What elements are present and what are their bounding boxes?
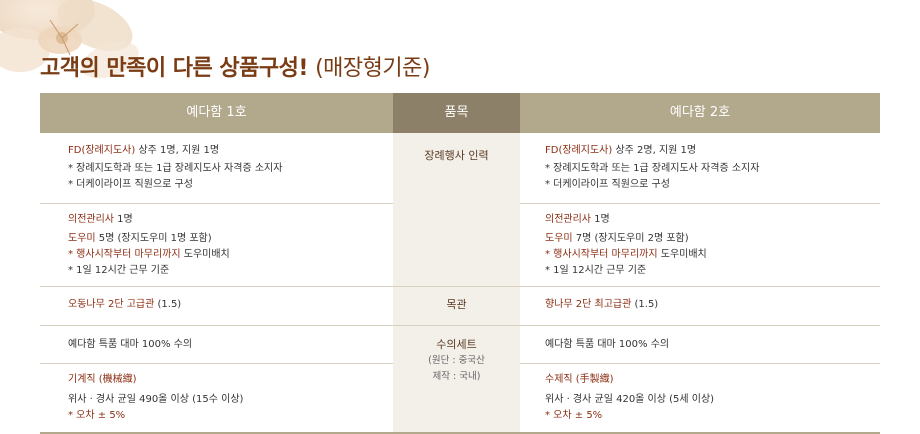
plan2-helpers-line2: 도우미 7명 (장지도우미 2명 포함) [545, 233, 689, 244]
plan1-staff: FD(장례지도사) 상주 1명, 지원 1명 * 장례지도학과 또는 1급 장례… [68, 143, 282, 193]
plan2-staff-line1: FD(장례지도사) 상주 2명, 지원 1명 [545, 145, 697, 156]
plan1-helpers: 의전관리사 1명 도우미 5명 (장지도우미 1명 포함) * 행사시작부터 마… [68, 212, 230, 279]
plan1-shroud: 예다함 특품 대마 100% 수의 [68, 339, 193, 350]
item-shroud-sub1: (원단 : 중국산 [428, 355, 485, 366]
plan2-weave-spec: 위사 · 경사 균일 420올 이상 (5세 이상) [545, 394, 715, 405]
plan2-staff-line2: * 장례지도학과 또는 1급 장례지도사 자격증 소지자 [545, 163, 760, 174]
plan1-weave-spec: 위사 · 경사 균일 490올 이상 (15수 이상) [68, 394, 244, 405]
item-shroud: 수의세트 (원단 : 중국산 제작 : 국내) [393, 337, 520, 385]
header-plan-1: 예다함 1호 [40, 93, 393, 133]
plan2-staff-line3: * 더케이라이프 직원으로 구성 [545, 179, 670, 190]
row-divider [520, 363, 880, 364]
plan1-staff-line3: * 더케이라이프 직원으로 구성 [68, 179, 193, 190]
plan2-helpers-line3: * 행사시작부터 마무리까지 도우미배치 [545, 249, 707, 260]
item-column [393, 133, 520, 434]
row-divider [520, 203, 880, 204]
item-staff: 장례행사 인력 [424, 149, 489, 162]
item-coffin: 목관 [446, 298, 467, 311]
plan1-weave-tolerance: * 오차 ± 5% [68, 410, 126, 421]
plan1-helpers-line1: 의전관리사 1명 [68, 214, 133, 225]
plan2-weave-type: 수제직 (手製織) [545, 374, 614, 385]
plan2-shroud: 예다함 특품 대마 100% 수의 [545, 339, 670, 350]
plan2-staff: FD(장례지도사) 상주 2명, 지원 1명 * 장례지도학과 또는 1급 장례… [545, 143, 759, 193]
plan1-coffin: 오동나무 2단 고급관 (1.5) [68, 299, 182, 310]
title-sub: (매장형기준) [315, 56, 430, 81]
header-item: 품목 [393, 93, 520, 133]
plan2-coffin: 향나무 2단 최고급관 (1.5) [545, 299, 659, 310]
plan2-weave-tolerance: * 오차 ± 5% [545, 410, 603, 421]
row-divider [40, 363, 393, 364]
title-main: 고객의 만족이 다른 상품구성! [40, 56, 308, 81]
plan1-helpers-line4: * 1일 12시간 근무 기준 [68, 265, 170, 276]
plan2-helpers-line4: * 1일 12시간 근무 기준 [545, 265, 647, 276]
page-title: 고객의 만족이 다른 상품구성! (매장형기준) [40, 50, 430, 82]
row-divider [40, 286, 880, 287]
plan1-weave: 기계직 (機械織) 위사 · 경사 균일 490올 이상 (15수 이상) * … [68, 372, 243, 424]
plan1-helpers-line2: 도우미 5명 (장지도우미 1명 포함) [68, 233, 212, 244]
plan1-helpers-line3: * 행사시작부터 마무리까지 도우미배치 [68, 249, 230, 260]
item-shroud-sub2: 제작 : 국내) [432, 371, 481, 382]
plan1-weave-type: 기계직 (機械織) [68, 374, 137, 385]
plan1-staff-line2: * 장례지도학과 또는 1급 장례지도사 자격증 소지자 [68, 163, 283, 174]
row-divider [40, 325, 880, 326]
plan2-helpers: 의전관리사 1명 도우미 7명 (장지도우미 2명 포함) * 행사시작부터 마… [545, 212, 707, 279]
plan2-weave: 수제직 (手製織) 위사 · 경사 균일 420올 이상 (5세 이상) * 오… [545, 372, 714, 424]
product-comparison-table: 예다함 1호 품목 예다함 2호 장례행사 인력 FD(장례지도사) 상주 1명… [40, 93, 880, 434]
row-divider [40, 203, 393, 204]
header-plan-2: 예다함 2호 [520, 93, 880, 133]
plan2-helpers-line1: 의전관리사 1명 [545, 214, 610, 225]
item-shroud-label: 수의세트 [436, 338, 477, 351]
plan1-staff-line1: FD(장례지도사) 상주 1명, 지원 1명 [68, 145, 220, 156]
